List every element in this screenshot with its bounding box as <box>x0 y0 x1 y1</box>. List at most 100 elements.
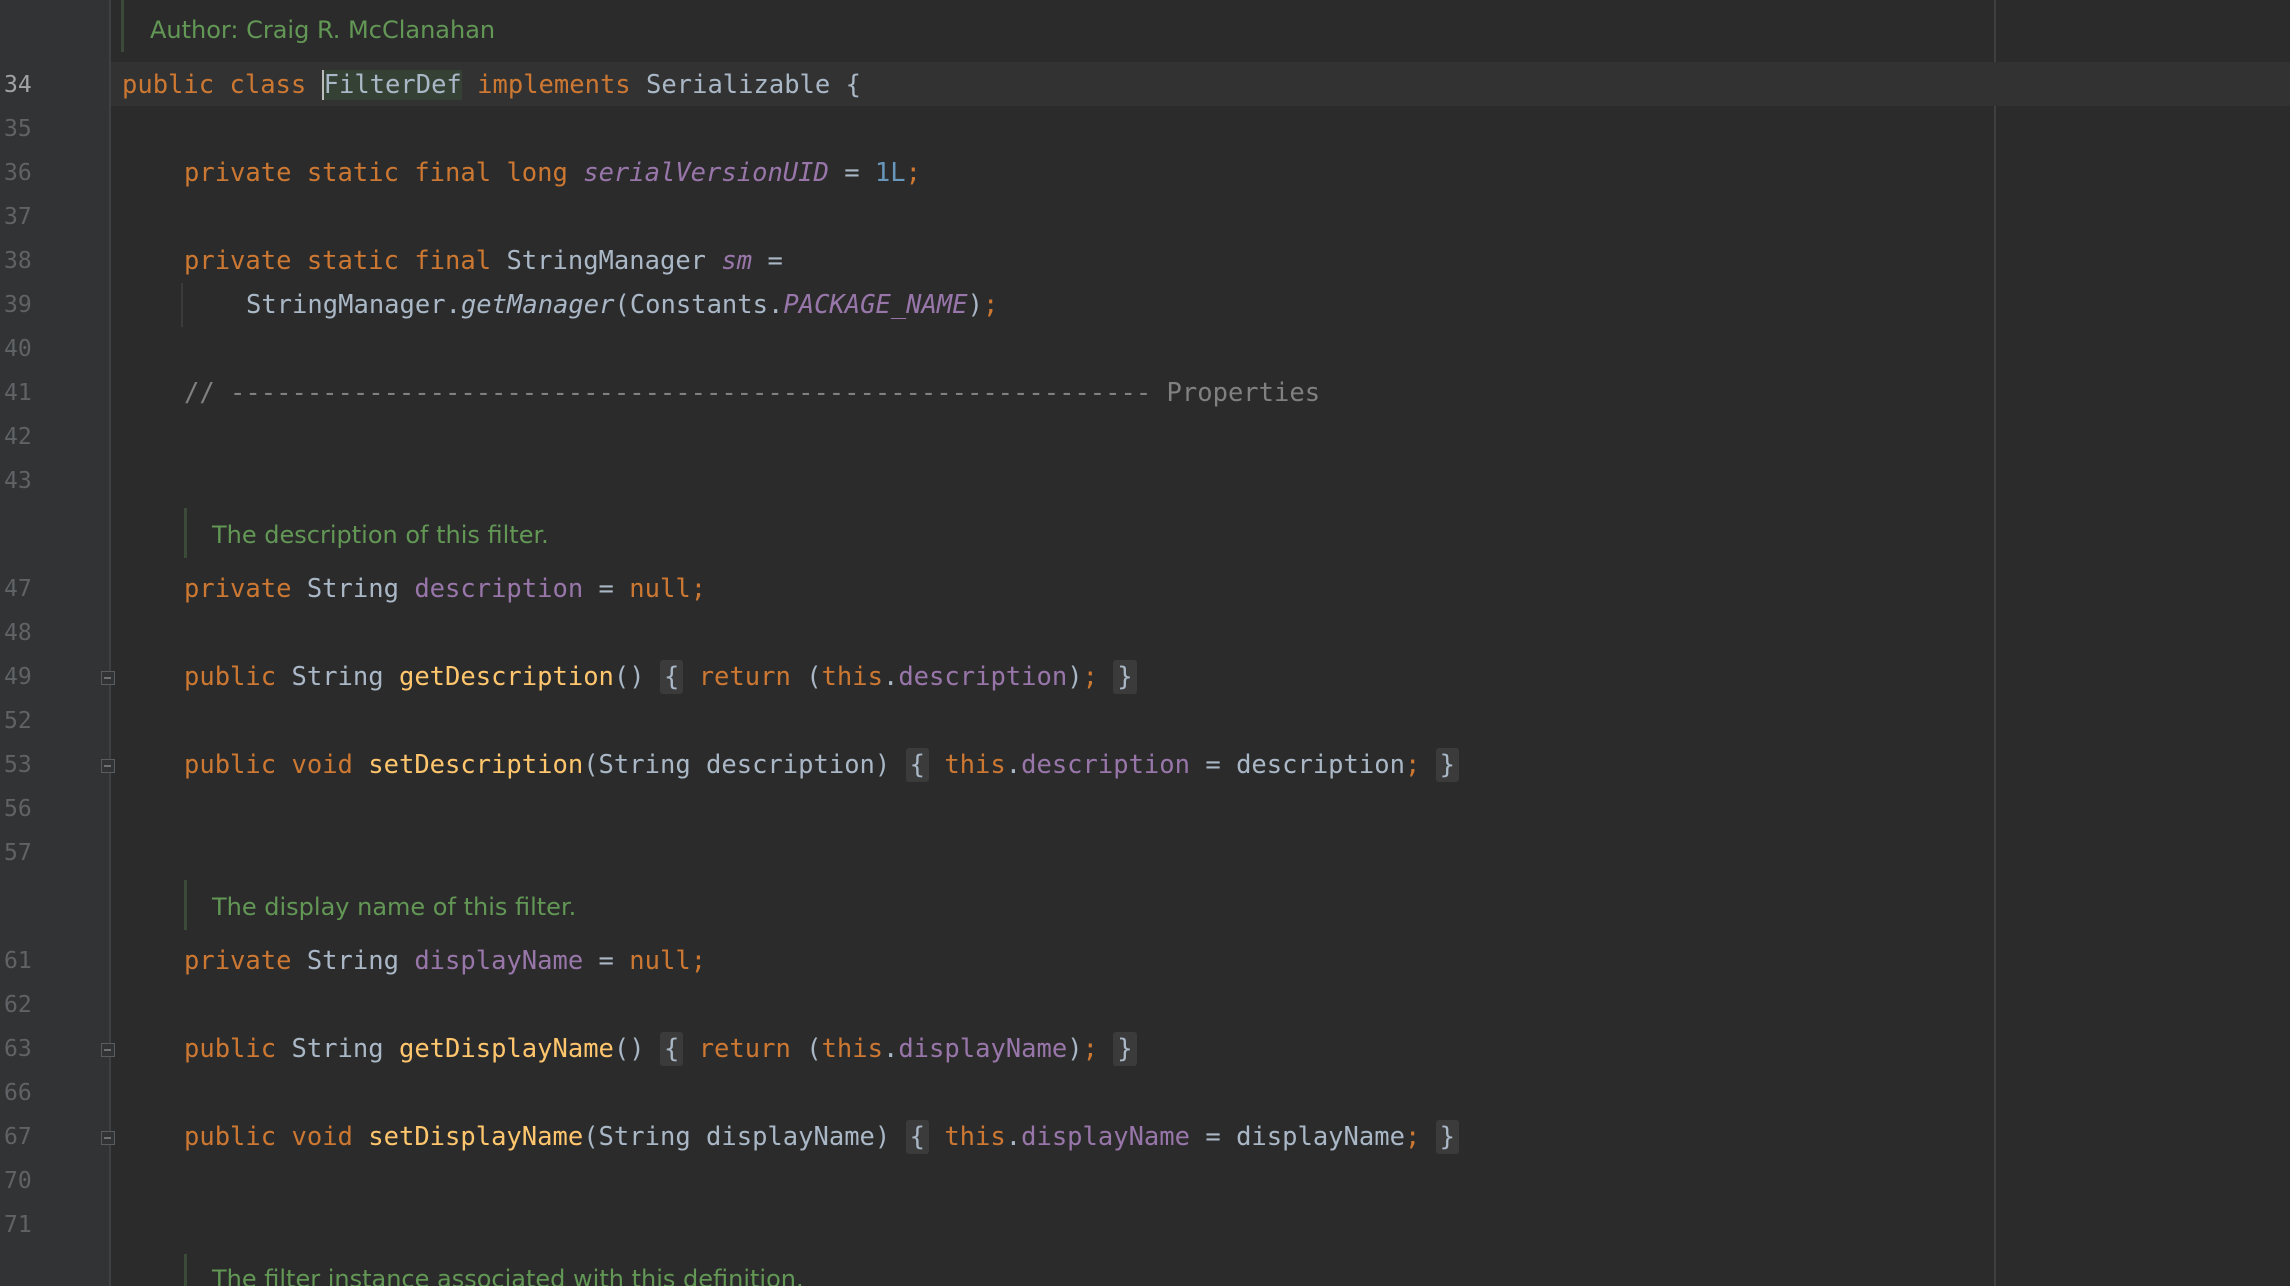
doc-comment-display-name[interactable]: The display name of this filter. <box>212 885 576 929</box>
folded-brace-close[interactable]: } <box>1113 1032 1137 1066</box>
code-line-61[interactable]: private String displayName = null; <box>184 939 706 983</box>
keyword-implements: implements <box>477 70 631 100</box>
folded-brace-open[interactable]: { <box>905 748 929 782</box>
indent-guide <box>181 283 183 327</box>
folded-brace-open[interactable]: { <box>659 660 684 694</box>
semicolon: ; <box>690 574 707 604</box>
keyword-public: public <box>184 1034 277 1064</box>
code-line-49[interactable]: public String getDescription() { return … <box>184 655 1137 699</box>
field-displayname[interactable]: displayName <box>1021 1122 1190 1152</box>
constants-ref[interactable]: (Constants. <box>614 290 783 320</box>
semicolon: ; <box>982 290 999 320</box>
type-stringmanager-ref[interactable]: StringManager. <box>246 290 461 320</box>
line-number: 57 <box>4 840 32 866</box>
semicolon: ; <box>1404 750 1421 780</box>
static-method-getmanager[interactable]: getManager <box>461 290 615 320</box>
code-line-47[interactable]: private String description = null; <box>184 567 706 611</box>
line-number: 36 <box>4 160 32 186</box>
param-list[interactable]: (String displayName) <box>583 1122 890 1152</box>
method-getdescription[interactable]: getDescription <box>399 662 614 692</box>
code-line-38[interactable]: private static final StringManager sm = <box>184 239 783 283</box>
fold-toggle-icon[interactable] <box>101 759 115 773</box>
static-field-sm[interactable]: sm <box>721 246 752 276</box>
code-editor[interactable]: Author: Craig R. McClanahan 34 35 36 37 … <box>0 0 2290 1286</box>
field-description[interactable]: description <box>898 662 1067 692</box>
dot: . <box>882 662 899 692</box>
keyword-this: this <box>944 1122 1006 1152</box>
param-displayname[interactable]: displayName <box>1236 1122 1405 1152</box>
field-displayname[interactable]: displayName <box>414 946 583 976</box>
type-serializable[interactable]: Serializable <box>646 70 830 100</box>
keyword-long: long <box>506 158 568 188</box>
fold-toggle-icon[interactable] <box>101 1131 115 1145</box>
type-stringmanager[interactable]: StringManager <box>506 246 706 276</box>
static-field-package-name[interactable]: PACKAGE_NAME <box>783 290 967 320</box>
code-line-39[interactable]: StringManager.getManager(Constants.PACKA… <box>246 283 998 327</box>
method-setdisplayname[interactable]: setDisplayName <box>368 1122 583 1152</box>
keyword-return: return <box>698 662 791 692</box>
keyword-private: private <box>184 574 292 604</box>
field-description[interactable]: description <box>1021 750 1190 780</box>
line-number: 37 <box>4 204 32 230</box>
static-field-serialversionuid[interactable]: serialVersionUID <box>583 158 829 188</box>
param-list[interactable]: (String description) <box>583 750 890 780</box>
class-name-identifier[interactable]: FilterDef <box>321 70 462 100</box>
keyword-private: private <box>184 946 292 976</box>
assign-op: = <box>583 946 630 976</box>
doc-comment-bar <box>121 0 124 52</box>
line-number: 56 <box>4 796 32 822</box>
semicolon: ; <box>1082 662 1098 692</box>
type-string[interactable]: String <box>307 946 399 976</box>
right-margin-guide <box>1994 0 1996 1286</box>
assign-op: = <box>583 574 630 604</box>
line-number: 53 <box>4 752 32 778</box>
keyword-return: return <box>698 1034 791 1064</box>
folded-brace-open[interactable]: { <box>905 1120 929 1154</box>
close-paren: ) <box>1067 1034 1083 1064</box>
keyword-null: null <box>629 946 691 976</box>
code-line-36[interactable]: private static final long serialVersionU… <box>184 151 921 195</box>
type-string[interactable]: String <box>307 574 399 604</box>
field-description[interactable]: description <box>414 574 583 604</box>
line-number: 39 <box>4 292 32 318</box>
method-setdescription[interactable]: setDescription <box>368 750 583 780</box>
line-number: 62 <box>4 992 32 1018</box>
doc-comment-filter-instance[interactable]: The filter instance associated with this… <box>212 1257 804 1286</box>
method-getdisplayname[interactable]: getDisplayName <box>399 1034 614 1064</box>
open-paren: ( <box>806 1034 822 1064</box>
folded-brace-open[interactable]: { <box>659 1032 684 1066</box>
code-line-63[interactable]: public String getDisplayName() { return … <box>184 1027 1137 1071</box>
line-number: 34 <box>4 72 32 98</box>
type-string[interactable]: String <box>291 1034 383 1064</box>
dot: . <box>882 1034 899 1064</box>
keyword-static: static <box>306 158 399 188</box>
keyword-final: final <box>414 158 492 188</box>
code-line-34[interactable]: public class FilterDef implements Serial… <box>122 63 861 107</box>
keyword-public: public <box>122 70 215 100</box>
line-number: 43 <box>4 468 32 494</box>
code-line-67[interactable]: public void setDisplayName(String displa… <box>184 1115 1460 1159</box>
semicolon: ; <box>905 158 921 188</box>
keyword-public: public <box>184 662 277 692</box>
assign-op: = <box>828 158 875 188</box>
doc-comment-description[interactable]: The description of this filter. <box>212 513 549 557</box>
folded-brace-close[interactable]: } <box>1113 660 1137 694</box>
doc-comment-author: Author: Craig R. McClanahan <box>150 16 496 44</box>
param-description[interactable]: description <box>1236 750 1405 780</box>
number-literal: 1L <box>874 158 906 188</box>
folded-brace-close[interactable]: } <box>1435 748 1460 782</box>
code-line-53[interactable]: public void setDescription(String descri… <box>184 743 1460 787</box>
field-displayname[interactable]: displayName <box>898 1034 1067 1064</box>
folded-brace-close[interactable]: } <box>1435 1120 1460 1154</box>
keyword-this: this <box>821 1034 883 1064</box>
parens: () <box>613 662 645 692</box>
doc-comment-bar <box>184 1254 187 1286</box>
code-line-41-comment[interactable]: // -------------------------------------… <box>184 371 1320 415</box>
keyword-void: void <box>291 1122 353 1152</box>
assign-op: = <box>1190 1122 1237 1152</box>
type-string[interactable]: String <box>291 662 383 692</box>
line-number: 52 <box>4 708 32 734</box>
fold-toggle-icon[interactable] <box>101 1043 115 1057</box>
line-number: 47 <box>4 576 32 602</box>
fold-toggle-icon[interactable] <box>101 671 115 685</box>
